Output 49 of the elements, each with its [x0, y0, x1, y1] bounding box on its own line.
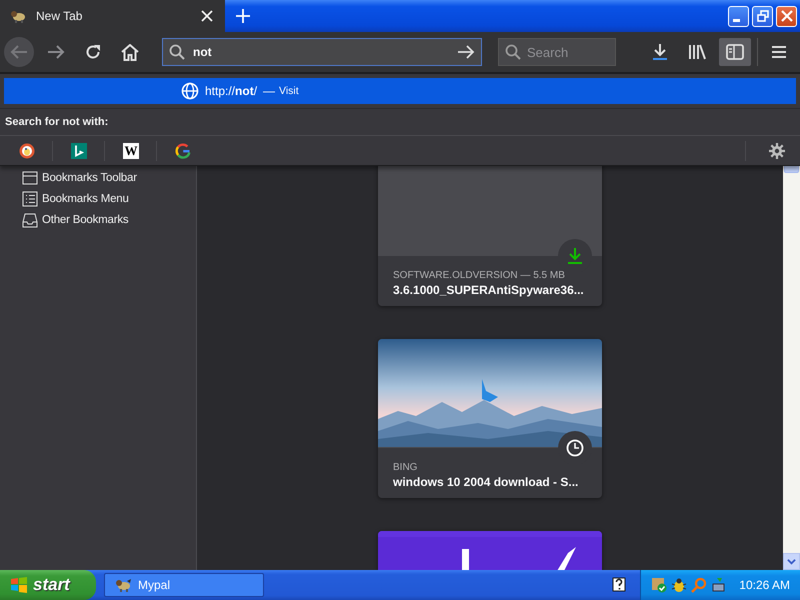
start-button[interactable]: start: [0, 570, 96, 600]
caret-icon: [787, 557, 796, 566]
card-source: BING: [393, 462, 418, 473]
close-icon: [780, 10, 792, 22]
duck-icon[interactable]: [19, 143, 35, 159]
dog-icon: [10, 9, 28, 23]
dog-icon: [115, 578, 133, 592]
search-icon: [169, 44, 185, 60]
list-icon: [22, 190, 38, 206]
clock: 10:26 AM: [739, 578, 790, 592]
shield-icon[interactable]: [651, 577, 668, 593]
help-icon[interactable]: [612, 577, 626, 593]
close-icon[interactable]: [199, 8, 215, 24]
back-button[interactable]: [4, 37, 34, 67]
restore-button[interactable]: [752, 6, 773, 26]
restore-icon: [756, 10, 768, 22]
search-field[interactable]: Search: [527, 44, 609, 60]
url-suggestion[interactable]: http://not/ — Visit: [4, 78, 796, 104]
tab-title: New Tab: [36, 9, 84, 23]
wikipedia-button[interactable]: W: [123, 143, 139, 159]
arrow-right-icon[interactable]: [457, 44, 475, 60]
windows-logo-icon: [10, 576, 28, 594]
toolbar-icon: [22, 170, 38, 186]
bookmark-folder[interactable]: Bookmarks Toolbar: [42, 172, 137, 184]
bing-icon[interactable]: [71, 143, 87, 159]
taskbar-button[interactable]: Mypal: [104, 573, 264, 597]
browser-tab[interactable]: New Tab: [0, 0, 225, 32]
address-bar[interactable]: not: [162, 38, 482, 66]
network-icon[interactable]: [711, 577, 728, 593]
search-bar[interactable]: Search: [498, 38, 616, 66]
close-button[interactable]: [776, 6, 797, 26]
card-title[interactable]: windows 10 2004 download - S...: [393, 475, 602, 489]
sidebar-icon[interactable]: [719, 38, 751, 66]
bookmark-folder[interactable]: Other Bookmarks: [42, 214, 128, 226]
arrow-left-icon: [10, 44, 28, 60]
tray-icon: [22, 212, 38, 228]
card-source: SOFTWARE.OLDVERSION — 5.5 MB: [393, 270, 566, 281]
bookmark-folder[interactable]: Bookmarks Menu: [42, 192, 129, 204]
address-field[interactable]: not: [193, 45, 449, 59]
minimize-icon: [733, 18, 740, 22]
scroll-down-button[interactable]: [783, 553, 800, 570]
globe-icon: [181, 82, 199, 100]
google-icon[interactable]: [175, 143, 191, 159]
bug-icon[interactable]: [671, 577, 688, 593]
card-title[interactable]: 3.6.1000_SUPERAntiSpyware36...: [393, 283, 602, 297]
minimize-button[interactable]: [728, 6, 749, 26]
search-icon: [505, 44, 521, 60]
plus-icon[interactable]: [233, 6, 253, 26]
search-label: Search for not with:: [0, 108, 800, 136]
